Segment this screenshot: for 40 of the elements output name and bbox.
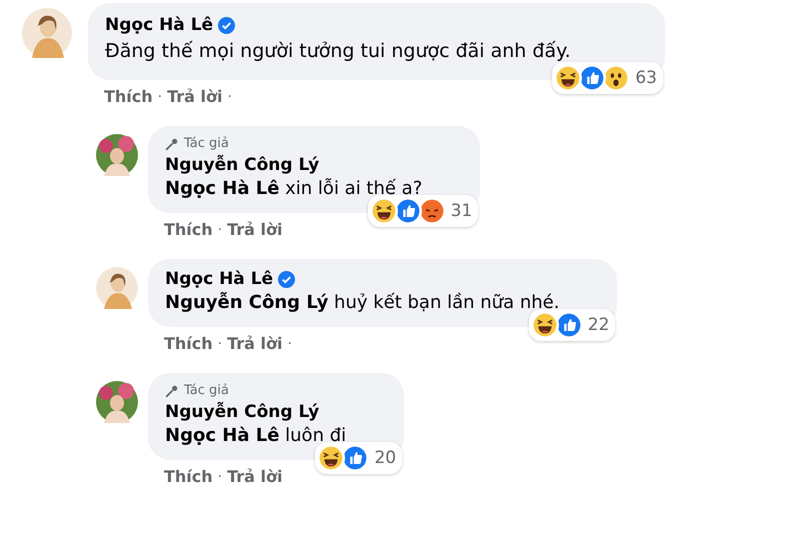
surprised-emoji-icon	[602, 64, 630, 92]
action-link[interactable]: Thích	[164, 334, 213, 353]
action-link[interactable]: Thích	[104, 87, 153, 106]
action-link[interactable]: Trả lời	[227, 467, 282, 486]
thumbs-up-icon	[341, 444, 370, 472]
microphone-icon	[165, 384, 179, 398]
action-link[interactable]: Thích	[164, 467, 213, 486]
author-name[interactable]: Nguyễn Công Lý	[165, 402, 320, 422]
reaction-count: 20	[374, 448, 396, 468]
laughing-emoji-icon	[370, 197, 398, 225]
separator-dot: ·	[158, 88, 162, 104]
action-link[interactable]: Trả lời	[167, 87, 222, 106]
separator-dot: ·	[218, 336, 222, 352]
separator-dot: ·	[218, 222, 222, 238]
reaction-count: 31	[450, 201, 472, 221]
reaction-summary[interactable]: 63	[552, 62, 663, 94]
author-name[interactable]: Ngọc Hà Lê	[105, 15, 214, 35]
reaction-count: 63	[635, 68, 657, 88]
verified-badge-icon	[218, 16, 236, 34]
thumbs-up-icon	[578, 64, 606, 92]
reaction-count: 22	[588, 315, 610, 335]
separator-dot: ·	[228, 88, 232, 104]
verified-badge-icon	[278, 270, 296, 288]
microphone-icon	[165, 136, 179, 150]
author-name[interactable]: Ngọc Hà Lê	[165, 269, 274, 289]
reaction-summary[interactable]: 20	[315, 442, 402, 474]
separator-dot: ·	[218, 468, 222, 484]
reaction-summary[interactable]: 22	[528, 309, 616, 341]
separator-dot: ·	[288, 336, 292, 352]
comment-text: Đăng thế mọi người tưởng tui ngược đãi anh đấy.	[105, 40, 572, 62]
laughing-emoji-icon	[530, 311, 559, 339]
author-label: Tác giả	[184, 383, 229, 398]
laughing-emoji-icon	[554, 64, 582, 92]
action-link[interactable]: Trả lời	[227, 220, 282, 239]
author-name[interactable]: Nguyễn Công Lý	[165, 155, 320, 175]
action-link[interactable]: Thích	[164, 220, 213, 239]
action-link[interactable]: Trả lời	[227, 334, 282, 353]
reaction-summary[interactable]: 31	[368, 195, 478, 227]
laughing-emoji-icon	[317, 444, 346, 472]
author-label: Tác giả	[184, 136, 229, 151]
